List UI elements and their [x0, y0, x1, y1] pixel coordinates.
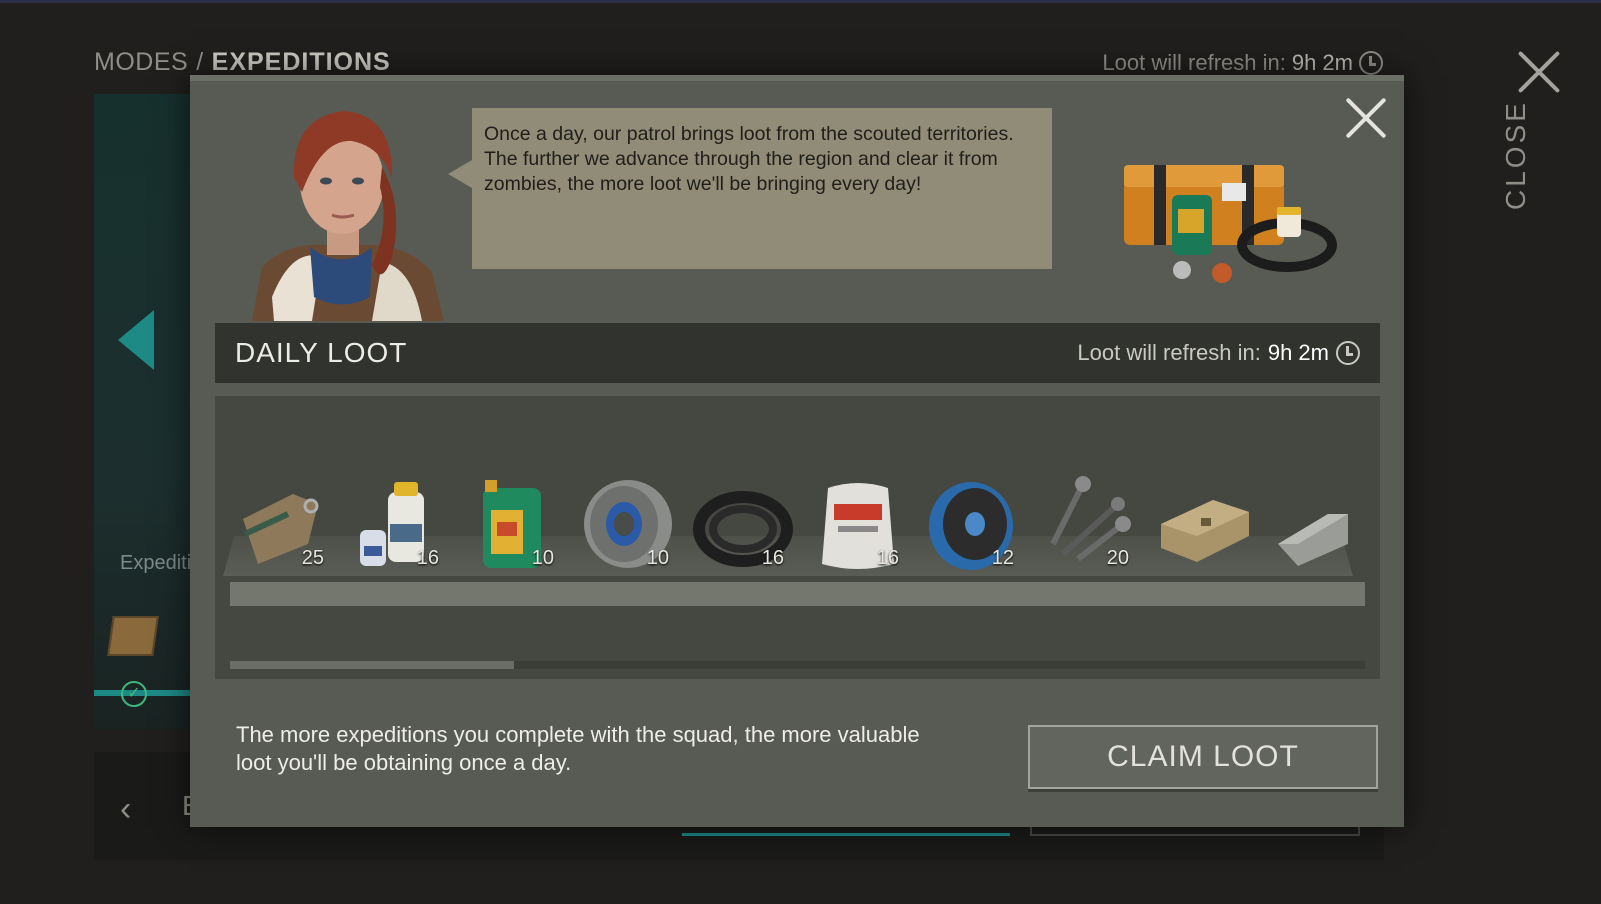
character-portrait: [232, 97, 452, 321]
daily-loot-title: DAILY LOOT: [235, 337, 408, 368]
loot-refresh-timer: Loot will refresh in: 9h 2m: [1077, 340, 1360, 366]
expedition-label: Expediti: [120, 552, 192, 574]
top-accent-line: [0, 0, 1601, 3]
loot-item[interactable]: 10: [455, 468, 570, 578]
breadcrumb: MODES / EXPEDITIONS: [94, 48, 391, 77]
breadcrumb-separator: /: [196, 48, 204, 76]
daily-loot-modal: Once a day, our patrol brings loot from …: [190, 75, 1404, 827]
metal-ingot-icon: [1278, 514, 1348, 566]
loot-item[interactable]: [1145, 468, 1260, 578]
refresh-time: 9h 2m: [1291, 50, 1353, 75]
breadcrumb-expeditions: EXPEDITIONS: [211, 48, 391, 76]
breadcrumb-modes[interactable]: MODES: [94, 48, 188, 76]
speech-bubble: Once a day, our patrol brings loot from …: [448, 108, 1052, 269]
item-count: 16: [761, 547, 784, 569]
item-count: 10: [531, 547, 554, 569]
shelf-edge: [230, 582, 1365, 606]
footer-description: The more expeditions you complete with t…: [236, 722, 920, 775]
loot-item[interactable]: [1260, 468, 1375, 578]
back-chevron-icon[interactable]: ‹: [120, 790, 131, 829]
item-count: 10: [646, 547, 669, 569]
item-count: 16: [416, 547, 439, 569]
loot-item[interactable]: 25: [225, 468, 340, 578]
clock-icon: [1359, 51, 1383, 75]
loot-item[interactable]: 12: [915, 468, 1030, 578]
loot-item[interactable]: 16: [685, 468, 800, 578]
item-count: 16: [876, 547, 899, 569]
claim-loot-button[interactable]: CLAIM LOOT: [1028, 725, 1378, 789]
item-count: 25: [301, 547, 324, 569]
screen-close-label[interactable]: CLOSE: [1500, 100, 1532, 210]
left-arrow-icon[interactable]: [118, 310, 154, 370]
loot-items-area[interactable]: 25 16 10 10 16 16 12 20: [215, 396, 1380, 679]
loot-scrollbar[interactable]: [230, 661, 1365, 669]
close-icon[interactable]: [1343, 95, 1389, 141]
item-count: 12: [991, 547, 1014, 569]
daily-loot-header: DAILY LOOT Loot will refresh in: 9h 2m: [215, 323, 1380, 383]
refresh-label: Loot will refresh in:: [1102, 50, 1286, 75]
screen-close-icon[interactable]: [1515, 48, 1563, 96]
loot-item[interactable]: 16: [340, 468, 455, 578]
background-refresh-timer: Loot will refresh in: 9h 2m: [1102, 50, 1383, 76]
loot-chest-image: [1102, 145, 1342, 295]
clock-icon: [1336, 341, 1360, 365]
loot-item[interactable]: 10: [570, 468, 685, 578]
ammo-crate-icon: [1161, 500, 1249, 562]
loot-refresh-time: 9h 2m: [1267, 340, 1329, 365]
scrollbar-thumb[interactable]: [230, 661, 514, 669]
check-icon: ✓: [121, 681, 147, 707]
loot-item[interactable]: 16: [800, 468, 915, 578]
loot-refresh-label: Loot will refresh in:: [1077, 340, 1261, 365]
item-count: 20: [1106, 547, 1129, 569]
loot-items-list: 25 16 10 10 16 16 12 20: [225, 468, 1365, 578]
loot-item[interactable]: 20: [1030, 468, 1145, 578]
box-icon: [107, 616, 159, 656]
